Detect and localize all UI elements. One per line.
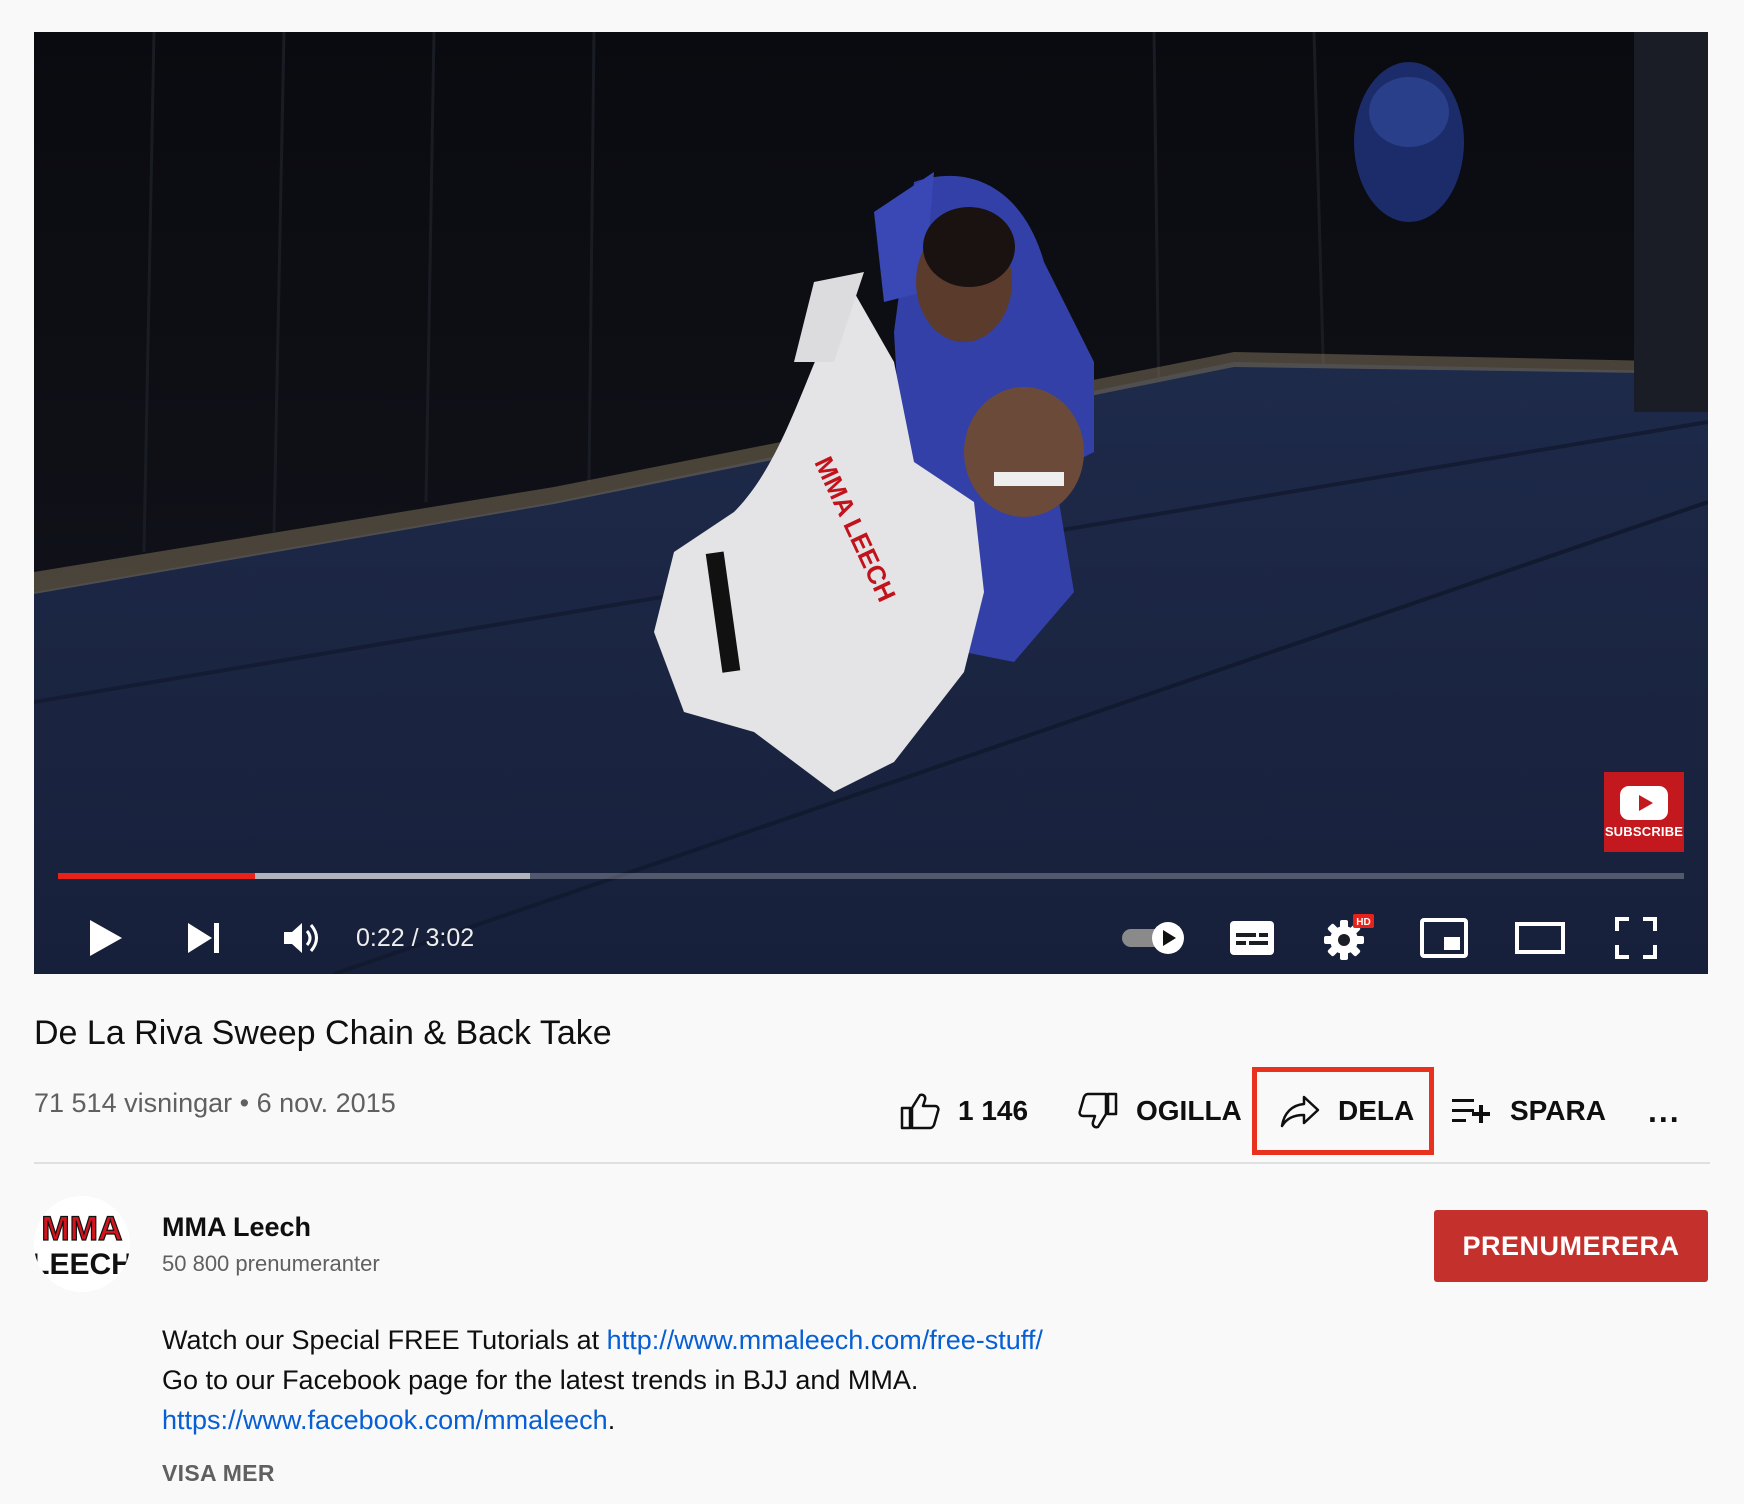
theater-icon <box>1515 922 1565 954</box>
save-button[interactable]: SPARA <box>1452 1066 1606 1156</box>
fullscreen-icon <box>1615 917 1657 959</box>
miniplayer-icon <box>1420 918 1468 958</box>
captions-icon <box>1230 921 1274 955</box>
thumbs-up-icon <box>900 1093 940 1130</box>
video-meta: 71 514 visningar • 6 nov. 2015 <box>34 1088 396 1119</box>
time-display: 0:22 / 3:02 <box>356 902 474 974</box>
subscriber-count: 50 800 prenumeranter <box>162 1251 380 1276</box>
more-actions-icon: ... <box>1648 1092 1681 1129</box>
description-line-2: Go to our Facebook page for the latest t… <box>162 1365 919 1395</box>
video-player[interactable]: MMA LEECH SUBSCRIBE 0:22 / 3:02 HD <box>34 32 1708 974</box>
volume-button[interactable] <box>270 902 334 974</box>
time-separator: / <box>404 923 426 952</box>
dislike-label: OGILLA <box>1136 1095 1242 1126</box>
video-title: De La Riva Sweep Chain & Back Take <box>34 1014 612 1052</box>
description-line-3: https://www.facebook.com/mmaleech. <box>162 1405 616 1435</box>
video-frame: MMA LEECH <box>34 32 1708 974</box>
save-label: SPARA <box>1510 1095 1606 1126</box>
watermark-label: SUBSCRIBE <box>1604 823 1684 839</box>
more-actions-button[interactable]: ... <box>1648 1066 1681 1156</box>
divider <box>34 1162 1710 1164</box>
svg-text:MMA: MMA <box>41 1210 122 1248</box>
progress-bar[interactable] <box>58 873 1684 879</box>
next-icon <box>188 923 219 953</box>
youtube-logo-icon <box>1620 785 1668 820</box>
like-button[interactable]: 1 146 <box>900 1066 1028 1156</box>
mma-leech-logo: MMA LEECH <box>34 1196 130 1292</box>
captions-button[interactable] <box>1220 902 1284 974</box>
progress-played <box>58 873 255 879</box>
view-count: 71 514 visningar <box>34 1088 233 1118</box>
play-button[interactable] <box>74 902 138 974</box>
svg-text:LEECH: LEECH <box>34 1248 130 1281</box>
facebook-link[interactable]: https://www.facebook.com/mmaleech <box>162 1405 608 1435</box>
subscribe-button[interactable]: PRENUMERERA <box>1434 1210 1708 1282</box>
current-time: 0:22 <box>356 923 405 952</box>
channel-name[interactable]: MMA Leech <box>162 1212 311 1243</box>
upload-date: 6 nov. 2015 <box>256 1088 396 1118</box>
meta-separator: • <box>232 1088 257 1118</box>
fullscreen-button[interactable] <box>1604 902 1668 974</box>
settings-icon: HD <box>1324 914 1374 960</box>
miniplayer-button[interactable] <box>1412 902 1476 974</box>
autoplay-toggle-icon <box>1122 922 1184 954</box>
settings-button[interactable]: HD <box>1316 902 1380 974</box>
video-description: Watch our Special FREE Tutorials at http… <box>162 1320 1043 1440</box>
channel-avatar[interactable]: MMA LEECH <box>34 1196 130 1292</box>
like-count: 1 146 <box>958 1095 1029 1126</box>
description-line-1: Watch our Special FREE Tutorials at http… <box>162 1325 1043 1355</box>
show-more-button[interactable]: VISA MER <box>162 1460 275 1487</box>
share-highlight-box <box>1252 1067 1434 1155</box>
subscribe-watermark[interactable]: SUBSCRIBE <box>1604 772 1684 852</box>
volume-icon <box>284 923 318 953</box>
autoplay-toggle[interactable] <box>1114 902 1194 974</box>
theater-button[interactable] <box>1508 902 1572 974</box>
play-icon <box>90 920 122 956</box>
next-button[interactable] <box>172 902 236 974</box>
duration: 3:02 <box>425 923 475 952</box>
thumbs-down-icon <box>1078 1092 1118 1129</box>
free-stuff-link[interactable]: http://www.mmaleech.com/free-stuff/ <box>607 1325 1043 1355</box>
add-to-playlist-icon <box>1452 1099 1490 1123</box>
dislike-button[interactable]: OGILLA <box>1078 1066 1242 1156</box>
hd-badge: HD <box>1356 917 1370 928</box>
player-controls: 0:22 / 3:02 HD <box>34 902 1708 974</box>
